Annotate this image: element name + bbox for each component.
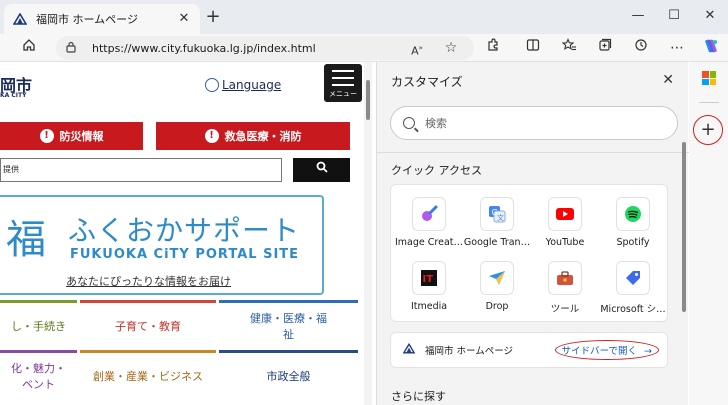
portal-title: ふくおかサポート: [68, 214, 301, 247]
itmedia-icon: IT: [412, 261, 446, 295]
globe-icon: [205, 78, 219, 92]
quick-access-name: ツール: [550, 304, 580, 315]
tab-close-icon[interactable]: ✕: [176, 11, 192, 27]
add-sidebar-app-button[interactable]: +: [693, 115, 723, 145]
more-title: さらに探す: [391, 390, 446, 403]
menu-button[interactable]: メニュー: [324, 64, 362, 102]
page-scrollbar[interactable]: [364, 62, 372, 405]
quick-access-item[interactable]: Image Creat…: [395, 197, 463, 257]
sidebar-rail: +: [689, 62, 728, 405]
site-logo-sub: KA CITY: [0, 92, 27, 99]
customize-panel: カスタマイズ ✕ 検索 クイック アクセス Image Creat… G文 Go…: [376, 62, 689, 405]
quick-access-name: Google Tran…: [463, 237, 531, 248]
portal-link[interactable]: あなたにぴったりな情報をお届け: [66, 273, 231, 289]
site-search-input[interactable]: 提供: [0, 158, 282, 182]
extensions-icon[interactable]: [482, 38, 504, 58]
favorites-icon[interactable]: [558, 38, 580, 58]
minimize-button[interactable]: —: [626, 6, 650, 26]
fukuoka-favicon-icon: [12, 11, 28, 27]
quick-access-item[interactable]: Spotify: [599, 197, 667, 257]
tools-icon: [548, 261, 582, 295]
maximize-button[interactable]: ☐: [662, 6, 686, 26]
web-page: 岡市 KA CITY Language メニュー ! 防災情報 ! 救急医療・消…: [0, 62, 375, 405]
open-in-sidebar-button[interactable]: サイドバーで開く →: [554, 340, 659, 360]
alert-icon: !: [204, 129, 219, 143]
quick-access-name: Itmedia: [410, 301, 448, 312]
search-icon: [316, 161, 328, 173]
lock-icon: [66, 41, 80, 56]
emergency-button[interactable]: ! 救急医療・消防: [156, 122, 350, 150]
tab-bar: 福岡市 ホームページ ✕ + — ☐ ✕: [0, 0, 728, 34]
microsoft-shopping-icon: [616, 261, 650, 295]
toolbar: https://www.city.fukuoka.lg.jp/index.htm…: [0, 34, 728, 62]
url-text: https://www.city.fukuoka.lg.jp/index.htm…: [92, 41, 316, 55]
quick-access-grid: Image Creat… G文 Google Tran… YouTube Spo…: [390, 184, 668, 322]
new-tab-button[interactable]: +: [204, 8, 222, 27]
favorite-star-icon[interactable]: ☆: [440, 38, 462, 58]
quick-access-name: Microsoft シ…: [600, 304, 666, 315]
spotify-icon: [616, 197, 650, 231]
panel-title: カスタマイズ: [391, 74, 463, 89]
split-screen-icon[interactable]: [522, 38, 544, 58]
more-menu-icon[interactable]: ⋯: [666, 38, 688, 58]
portal-subtitle: FUKUOKA CiTY PORTAL SITE: [70, 247, 300, 262]
quick-access-item[interactable]: Microsoft シ…: [599, 261, 667, 321]
category-health[interactable]: 健康・医療・福祉: [219, 300, 358, 348]
quick-access-item[interactable]: YouTube: [531, 197, 599, 257]
divider: [699, 102, 719, 103]
site-search-button[interactable]: [293, 158, 350, 182]
quick-access-name: Drop: [485, 301, 509, 312]
tab-title: 福岡市 ホームページ: [36, 13, 138, 26]
disaster-info-button[interactable]: ! 防災情報: [0, 122, 143, 150]
quick-access-name: Spotify: [616, 237, 650, 248]
close-window-button[interactable]: ✕: [698, 6, 722, 26]
language-link[interactable]: Language: [205, 78, 281, 92]
category-business[interactable]: 創業・産業・ビジネス: [80, 350, 216, 398]
collections-icon[interactable]: [594, 38, 616, 58]
current-site-title: 福岡市 ホームページ: [425, 346, 514, 357]
quick-access-item[interactable]: Drop: [463, 261, 531, 321]
history-icon[interactable]: [630, 38, 652, 58]
arrow-right-icon: →: [644, 346, 652, 357]
quick-access-name: YouTube: [545, 237, 585, 248]
portal-mark: 福: [6, 217, 46, 263]
quick-access-title: クイック アクセス: [391, 164, 482, 177]
office-icon[interactable]: [702, 71, 716, 85]
open-in-sidebar-label: サイドバーで開く: [561, 346, 637, 357]
hamburger-icon: [332, 70, 354, 91]
read-aloud-icon[interactable]: A»: [406, 38, 428, 58]
emergency-label: 救急医療・消防: [224, 130, 302, 143]
search-icon: [403, 117, 415, 129]
quick-access-name: Image Creat…: [395, 237, 463, 248]
quick-access-item[interactable]: IT Itmedia: [395, 261, 463, 321]
google-translate-icon: G文: [480, 197, 514, 231]
home-icon[interactable]: [18, 38, 40, 58]
category-childcare[interactable]: 子育て・教育: [80, 300, 216, 348]
youtube-icon: [548, 197, 582, 231]
panel-close-icon[interactable]: ✕: [662, 72, 674, 88]
category-culture[interactable]: 化・魅力・ベント: [0, 350, 77, 398]
alert-icon: !: [39, 129, 54, 143]
fukuoka-favicon-icon: [402, 342, 417, 357]
tab-fukuoka[interactable]: 福岡市 ホームページ ✕: [4, 4, 200, 34]
disaster-info-label: 防災情報: [59, 130, 104, 143]
drop-icon: [480, 261, 514, 295]
panel-search-input[interactable]: 検索: [390, 106, 678, 140]
current-site-card: 福岡市 ホームページ サイドバーで開く →: [390, 332, 668, 368]
divider: [377, 152, 689, 153]
panel-search-placeholder: 検索: [425, 117, 447, 130]
menu-label: メニュー: [329, 90, 357, 98]
copilot-icon[interactable]: [700, 38, 722, 58]
category-procedures[interactable]: し・手続き: [0, 300, 77, 348]
image-creator-icon: [412, 197, 446, 231]
svg-text:IT: IT: [423, 274, 434, 285]
svg-text:文: 文: [497, 213, 504, 222]
quick-access-item[interactable]: ツール: [531, 261, 599, 321]
portal-banner[interactable]: 福 ふくおかサポート FUKUOKA CiTY PORTAL SITE あなたに…: [0, 195, 324, 295]
category-government[interactable]: 市政全般: [219, 350, 358, 398]
panel-scrollbar[interactable]: [682, 142, 686, 312]
language-label: Language: [222, 78, 282, 92]
quick-access-item[interactable]: G文 Google Tran…: [463, 197, 531, 257]
